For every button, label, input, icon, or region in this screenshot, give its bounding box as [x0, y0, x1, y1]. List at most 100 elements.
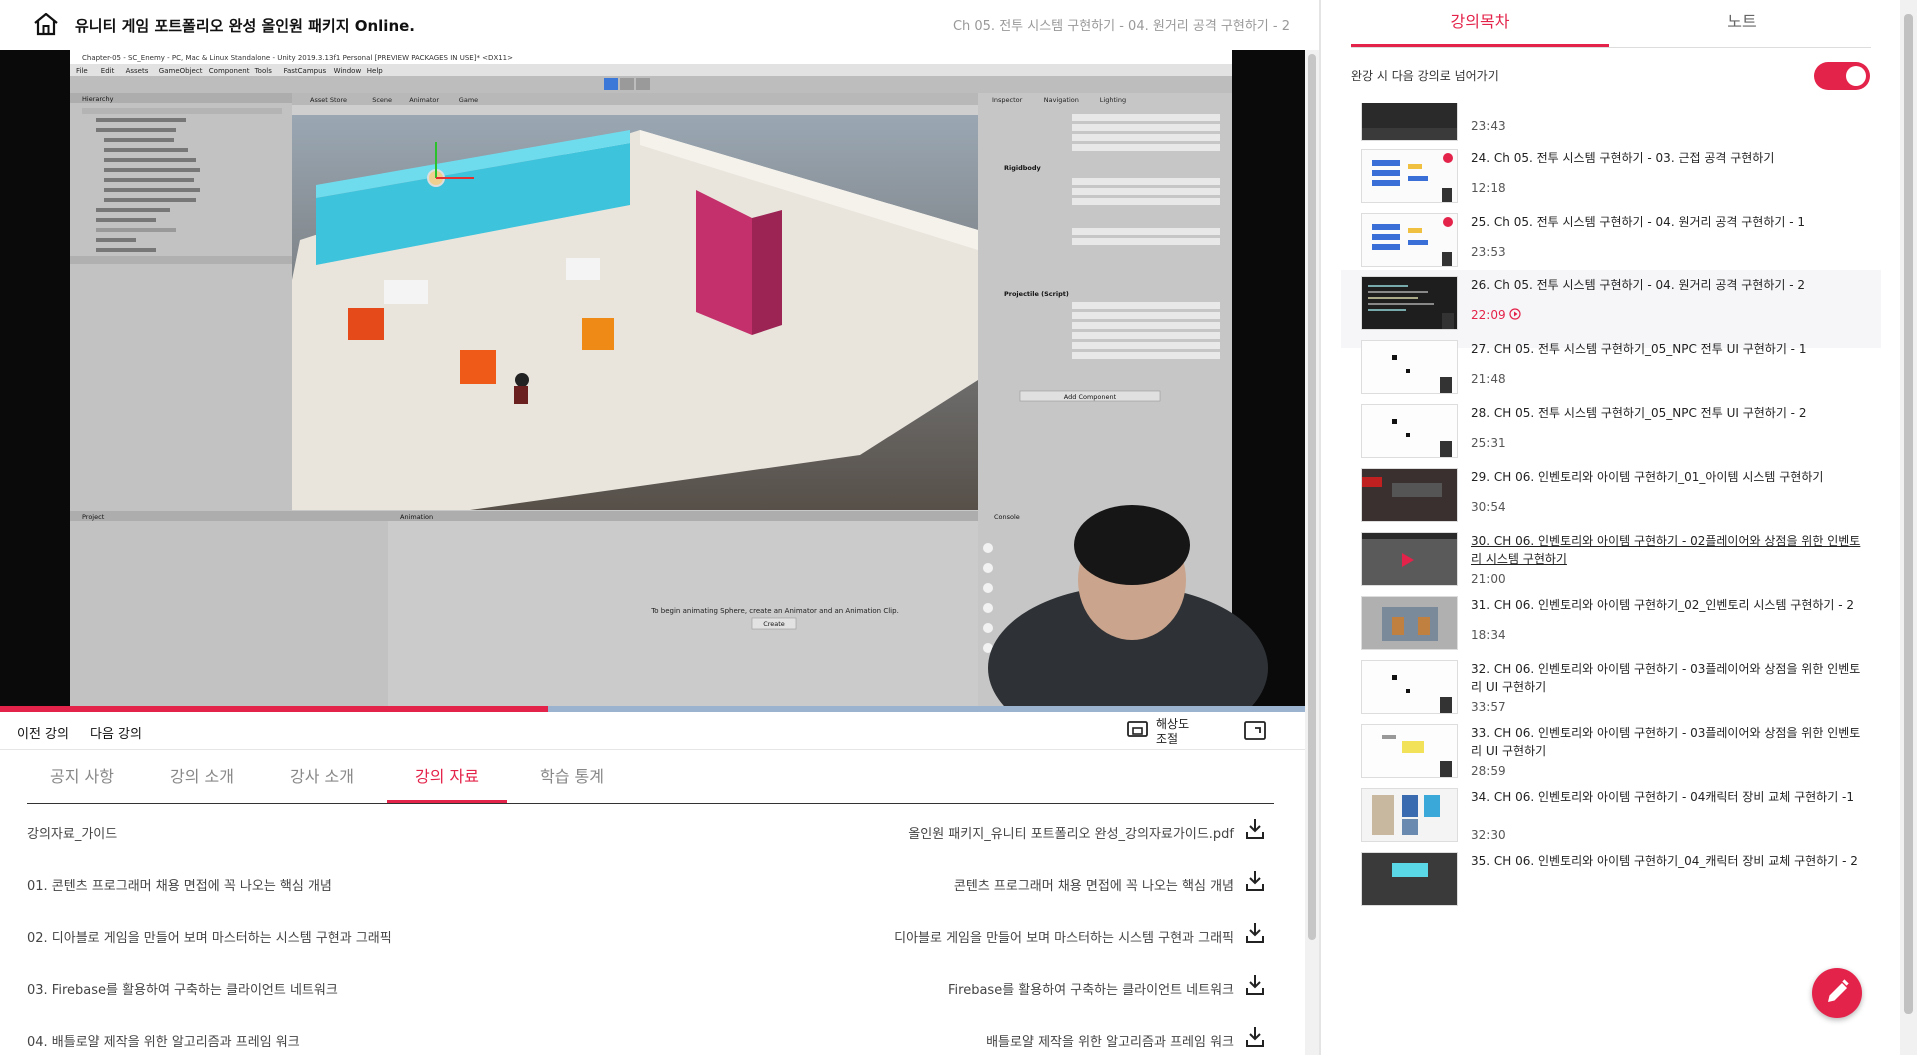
lecture-thumbnail[interactable]: [1361, 788, 1458, 842]
tab-statistics[interactable]: 학습 통계: [517, 752, 627, 803]
player-controls: 이전 강의 다음 강의 해상도 조절: [0, 712, 1305, 750]
lecture-title[interactable]: 34. CH 06. 인벤토리와 아이템 구현하기 - 04캐릭터 장비 교체 …: [1471, 788, 1871, 806]
material-file-name[interactable]: 콘텐츠 프로그래머 채용 면접에 꼭 나오는 핵심 개념: [954, 875, 1234, 894]
tab-course-intro[interactable]: 강의 소개: [147, 752, 257, 803]
sidebar-scrollbar[interactable]: [1900, 0, 1917, 1055]
lecture-duration: 23:43: [1471, 119, 1506, 133]
material-file-name[interactable]: Firebase를 활용하여 구축하는 클라이언트 네트워크: [948, 979, 1234, 998]
video-menu-item: Tools: [254, 67, 273, 75]
lecture-title[interactable]: 29. CH 06. 인벤토리와 아이템 구현하기_01_아이템 시스템 구현하…: [1471, 468, 1871, 486]
main-column: 유니티 게임 포트폴리오 완성 올인원 패키지 Online. Ch 05. 전…: [0, 0, 1305, 1055]
lecture-thumbnail[interactable]: [1361, 660, 1458, 714]
video-menu-item: Help: [367, 67, 384, 75]
video-rigidbody-label: Rigidbody: [1004, 164, 1042, 172]
home-icon[interactable]: [32, 11, 60, 37]
video-menu-item: Assets: [126, 67, 149, 75]
video-project-label: Project: [82, 513, 105, 521]
download-icon[interactable]: [1244, 869, 1266, 893]
lecture-thumbnail[interactable]: [1361, 404, 1458, 458]
video-hierarchy-label: Hierarchy: [82, 95, 114, 103]
video-scene-tab: Animator: [409, 96, 439, 104]
tab-notes[interactable]: 노트: [1613, 0, 1871, 47]
video-inspector-tab: Navigation: [1044, 96, 1079, 104]
lecture-thumbnail[interactable]: [1361, 468, 1458, 522]
tab-notice[interactable]: 공지 사항: [27, 752, 137, 803]
lecture-duration: 22:09: [1471, 308, 1522, 322]
download-icon[interactable]: [1244, 1025, 1266, 1049]
lecture-item[interactable]: 35. CH 06. 인벤토리와 아이템 구현하기_04_캐릭터 장비 교체 구…: [1341, 846, 1881, 924]
video-console-label: Console: [994, 513, 1020, 521]
lecture-duration: 23:53: [1471, 245, 1506, 259]
video-scene-tab: Game: [459, 96, 478, 104]
download-icon[interactable]: [1244, 973, 1266, 997]
lecture-duration: 33:57: [1471, 700, 1506, 714]
material-name: 강의자료_가이드: [27, 827, 118, 842]
lecture-title[interactable]: 33. CH 06. 인벤토리와 아이템 구현하기 - 03플레이어와 상점을 …: [1471, 724, 1871, 760]
prev-lecture-button[interactable]: 이전 강의: [17, 723, 69, 742]
lecture-title[interactable]: 24. Ch 05. 전투 시스템 구현하기 - 03. 근접 공격 구현하기: [1471, 149, 1871, 167]
lecture-title[interactable]: 31. CH 06. 인벤토리와 아이템 구현하기_02_인벤토리 시스템 구현…: [1471, 596, 1871, 614]
video-menu-item: Window: [334, 67, 362, 75]
lecture-thumbnail[interactable]: [1361, 852, 1458, 906]
material-row: 01. 콘텐츠 프로그래머 채용 면접에 꼭 나오는 핵심 개념 콘텐츠 프로그래…: [27, 857, 1274, 909]
video-window-title: Chapter-05 - SC_Enemy - PC, Mac & Linux …: [82, 54, 513, 62]
lecture-thumbnail[interactable]: [1361, 596, 1458, 650]
pencil-icon: [1828, 979, 1849, 1002]
next-lecture-button[interactable]: 다음 강의: [90, 723, 142, 742]
lecture-title[interactable]: 27. CH 05. 전투 시스템 구현하기_05_NPC 전투 UI 구현하기…: [1471, 340, 1871, 358]
material-name: 02. 디아블로 게임을 만들어 보며 마스터하는 시스템 구현과 그래픽: [27, 931, 392, 946]
resolution-button[interactable]: 해상도 조절: [1124, 714, 1204, 748]
lecture-thumbnail[interactable]: [1361, 213, 1458, 267]
sidebar-tabs: 강의목차 노트: [1351, 0, 1871, 48]
lecture-thumbnail[interactable]: [1361, 340, 1458, 394]
tab-instructor-intro[interactable]: 강사 소개: [267, 752, 377, 803]
lecture-thumbnail[interactable]: [1361, 532, 1458, 586]
lecture-title[interactable]: 35. CH 06. 인벤토리와 아이템 구현하기_04_캐릭터 장비 교체 구…: [1471, 852, 1871, 870]
lecture-thumbnail[interactable]: [1361, 149, 1458, 203]
lecture-title[interactable]: 26. Ch 05. 전투 시스템 구현하기 - 04. 원거리 공격 구현하기…: [1471, 276, 1871, 294]
material-file-name[interactable]: 디아블로 게임을 만들어 보며 마스터하는 시스템 구현과 그래픽: [894, 927, 1234, 946]
lecture-duration: 30:54: [1471, 500, 1506, 514]
top-bar: 유니티 게임 포트폴리오 완성 올인원 패키지 Online. Ch 05. 전…: [0, 0, 1305, 50]
video-create-label: Create: [763, 620, 785, 628]
main-scrollbar[interactable]: [1305, 50, 1319, 1055]
video-scene-tab: Asset Store: [310, 96, 347, 104]
fullscreen-icon[interactable]: [1243, 720, 1267, 742]
write-note-button[interactable]: [1812, 968, 1862, 1018]
download-icon[interactable]: [1244, 817, 1266, 841]
video-scene-tab: Scene: [372, 96, 392, 104]
download-icon[interactable]: [1244, 921, 1266, 945]
playing-icon: [1506, 308, 1522, 322]
lecture-duration: 18:34: [1471, 628, 1506, 642]
lecture-duration: 12:18: [1471, 181, 1506, 195]
lecture-duration: 28:59: [1471, 764, 1506, 778]
material-file-name[interactable]: 올인원 패키지_유니티 포트폴리오 완성_강의자료가이드.pdf: [908, 823, 1234, 842]
video-menu-item: File: [76, 67, 88, 75]
lecture-title[interactable]: 25. Ch 05. 전투 시스템 구현하기 - 04. 원거리 공격 구현하기…: [1471, 213, 1871, 231]
lecture-thumbnail[interactable]: [1361, 724, 1458, 778]
tab-curriculum[interactable]: 강의목차: [1351, 0, 1609, 47]
lecture-title[interactable]: 28. CH 05. 전투 시스템 구현하기_05_NPC 전투 UI 구현하기…: [1471, 404, 1871, 422]
video-inspector-tab: Inspector: [992, 96, 1023, 104]
lecture-thumbnail[interactable]: [1361, 276, 1458, 330]
video-menu-item: FastCampus: [284, 67, 327, 75]
resolution-icon: [1127, 721, 1148, 737]
lecture-duration: 32:30: [1471, 828, 1506, 842]
video-frame: Chapter-05 - SC_Enemy - PC, Mac & Linux …: [0, 50, 1305, 712]
lecture-title[interactable]: 32. CH 06. 인벤토리와 아이템 구현하기 - 03플레이어와 상점을 …: [1471, 660, 1871, 696]
autoplay-toggle[interactable]: [1814, 62, 1870, 90]
video-animation-hint: To begin animating Sphere, create an Ani…: [650, 607, 899, 615]
sidebar: 강의목차 노트 완강 시 다음 강의로 넘어가기 23:43 24. Ch 05.…: [1321, 0, 1900, 1055]
lecture-title[interactable]: 30. CH 06. 인벤토리와 아이템 구현하기 - 02플레이어와 상점을 …: [1471, 532, 1871, 568]
tab-materials[interactable]: 강의 자료: [387, 752, 507, 803]
video-player[interactable]: Chapter-05 - SC_Enemy - PC, Mac & Linux …: [0, 50, 1305, 712]
video-inspector-tab: Lighting: [1100, 96, 1126, 104]
lecture-thumbnail[interactable]: [1361, 103, 1458, 141]
material-name: 01. 콘텐츠 프로그래머 채용 면접에 꼭 나오는 핵심 개념: [27, 879, 332, 894]
lecture-duration: 21:00: [1471, 572, 1506, 586]
video-add-component-label: Add Component: [1064, 393, 1117, 401]
resolution-label: 해상도 조절: [1156, 717, 1190, 746]
current-lecture-title: Ch 05. 전투 시스템 구현하기 - 04. 원거리 공격 구현하기 - 2: [952, 19, 1290, 34]
video-menu-item: GameObject: [159, 67, 203, 75]
material-file-name[interactable]: 배틀로얄 제작을 위한 알고리즘과 프레임 워크: [986, 1031, 1234, 1050]
